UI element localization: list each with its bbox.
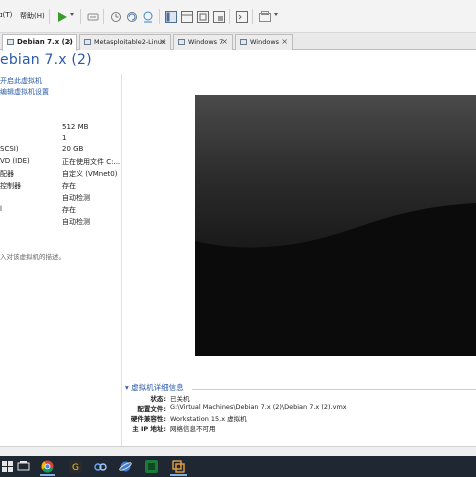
fullscreen-icon[interactable] (197, 11, 209, 23)
device-usb-label: 控制器 (0, 182, 21, 190)
device-printer-label: l (0, 205, 2, 213)
vm-icon (178, 39, 185, 45)
taskbar-active-indicator (40, 474, 55, 476)
details-section-header[interactable]: ▾ 虚拟机详细信息 (125, 382, 184, 393)
baidu-netdisk-icon[interactable] (94, 460, 107, 473)
device-network-label: 配器 (0, 170, 14, 178)
tab-metasploitable[interactable]: Metasploitable2-Linux × (79, 34, 171, 50)
close-icon[interactable]: × (65, 37, 72, 46)
svg-text:G: G (72, 463, 79, 473)
device-processors-value: 1 (62, 134, 67, 142)
device-printer-value: 存在 (62, 206, 76, 214)
device-network-value: 自定义 (VMnet0) (62, 170, 118, 178)
vm-icon (7, 39, 14, 45)
tab-label: Metasploitable2-Linux (94, 38, 166, 46)
close-icon[interactable]: × (221, 37, 228, 46)
windows-start-icon[interactable] (1, 460, 14, 473)
device-cdrom-label: VD (IDE) (0, 157, 30, 165)
toolbar-separator (229, 9, 230, 24)
device-harddisk-label: SCSI) (0, 145, 19, 153)
manage-snapshots-icon[interactable] (142, 11, 154, 23)
close-icon[interactable]: × (159, 37, 166, 46)
thumbnail-view-icon[interactable] (181, 11, 193, 23)
vm-description[interactable]: 入对该虚拟机的描述。 (0, 251, 65, 261)
menu-help[interactable]: 帮助(H) (20, 11, 45, 21)
toolbar-separator (252, 9, 253, 24)
status-bar (0, 446, 476, 456)
detail-hw-compat-label: 硬件兼容性: (130, 415, 166, 423)
snapshot-icon[interactable] (110, 11, 122, 23)
edit-vm-settings-link[interactable]: 编辑虚拟机设置 (0, 87, 49, 97)
tab-debian[interactable]: Debian 7.x (2) × (2, 34, 77, 51)
detail-hw-compat-value: Workstation 15.x 虚拟机 (170, 415, 247, 423)
detail-config-file-label: 配置文件: (137, 405, 166, 413)
device-harddisk-value: 20 GB (62, 145, 84, 153)
tab-label: Windows (250, 38, 280, 46)
vm-icon (84, 39, 91, 45)
device-sound-value: 自动检测 (62, 194, 90, 202)
tab-windows[interactable]: Windows × (235, 34, 293, 50)
chevron-down-icon[interactable] (274, 13, 278, 16)
device-display-value: 自动检测 (62, 218, 90, 226)
power-on-vm-link[interactable]: 开启此虚拟机 (0, 76, 42, 86)
vm-preview-graphic (195, 95, 476, 356)
g-app-icon[interactable]: G (69, 460, 82, 473)
unity-icon[interactable] (213, 11, 225, 23)
stretch-view-icon[interactable] (259, 11, 271, 23)
menu-tabs[interactable]: ɪ(T) (0, 11, 12, 19)
send-keys-icon[interactable] (87, 11, 99, 23)
vm-tab-strip: Debian 7.x (2) × Metasploitable2-Linux ×… (0, 33, 476, 51)
revert-snapshot-icon[interactable] (126, 11, 138, 23)
vm-icon (240, 39, 247, 45)
panel-divider (121, 74, 122, 446)
toolbar-separator (159, 9, 160, 24)
device-usb-value: 存在 (62, 182, 76, 190)
detail-ip-value: 网络信息不可用 (170, 425, 216, 433)
menu-toolbar-bar: ɪ(T) 帮助(H) (0, 0, 476, 33)
vm-screen-preview[interactable] (195, 95, 476, 356)
terminal-icon[interactable] (145, 460, 158, 473)
console-icon[interactable] (236, 11, 248, 23)
toolbar-separator (49, 9, 50, 24)
device-cdrom-value: 正在使用文件 C:... (62, 158, 121, 166)
browser-icon[interactable] (119, 460, 132, 473)
detail-ip-label: 主 IP 地址: (132, 425, 166, 433)
chevron-down-icon[interactable] (70, 13, 74, 16)
task-view-icon[interactable] (17, 460, 30, 473)
detail-status-value: 已关机 (170, 395, 190, 403)
toolbar-separator (80, 9, 81, 24)
detail-config-file-value: G:\Virtual Machines\Debian 7.x (2)\Debia… (170, 403, 347, 411)
close-icon[interactable]: × (281, 37, 288, 46)
vmware-workstation-window: ɪ(T) 帮助(H) Debian 7.x (2) × Metasploitab… (0, 0, 476, 477)
tab-label: Windows 7 (188, 38, 224, 46)
vmware-icon[interactable] (172, 460, 185, 473)
play-icon[interactable] (56, 11, 68, 23)
details-title: 虚拟机详细信息 (131, 383, 184, 392)
page-title: ebian 7.x (2) (0, 52, 92, 68)
tab-windows-7[interactable]: Windows 7 × (173, 34, 233, 50)
device-memory-value: 512 MB (62, 123, 89, 131)
toolbar-separator (103, 9, 104, 24)
chrome-icon[interactable] (41, 460, 54, 473)
library-view-icon[interactable] (165, 11, 177, 23)
taskbar-active-indicator (170, 474, 187, 476)
details-divider (192, 389, 476, 390)
detail-status-label: 状态: (150, 395, 166, 403)
